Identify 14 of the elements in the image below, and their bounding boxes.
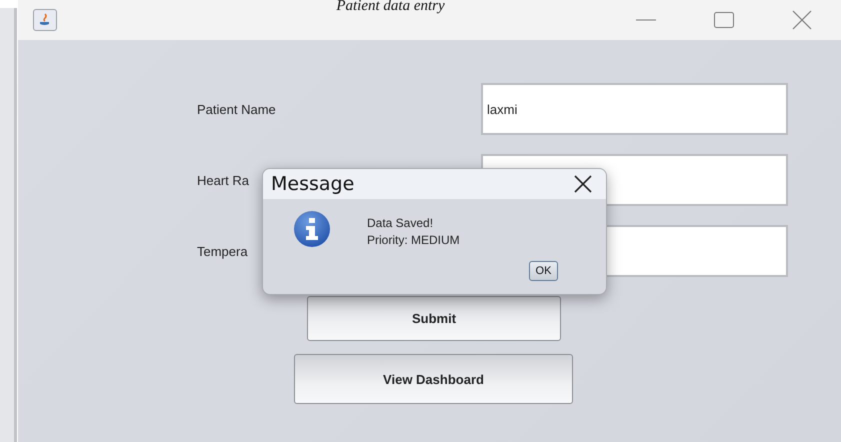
dialog-title: Message [271,173,354,195]
info-icon [293,210,331,248]
message-text: Data Saved! [367,216,434,230]
minimize-icon[interactable] [636,19,656,21]
submit-button[interactable]: Submit [307,296,561,341]
field-label: Patient Name [197,102,276,116]
cup-icon [33,9,57,31]
ok-button[interactable]: OK [529,261,558,281]
input-field[interactable]: laxmi [481,83,788,135]
field-label: Heart Ra [197,172,250,188]
maximize-icon[interactable] [714,12,734,28]
dashboard-button[interactable]: View Dashboard [294,354,573,404]
message-text: Priority: MEDIUM [367,233,460,247]
field-label: Tempera [197,244,248,258]
